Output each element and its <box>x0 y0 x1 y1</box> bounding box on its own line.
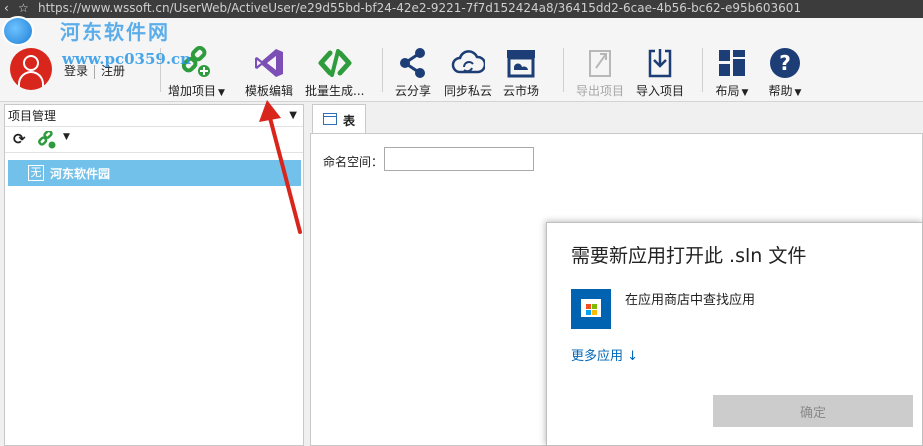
export-project-button[interactable]: 导出项目 <box>576 46 625 98</box>
user-body-icon <box>18 71 44 90</box>
watermark-name: 河东软件网 <box>60 20 170 44</box>
import-icon <box>648 49 672 78</box>
address-url[interactable]: https://www.wssoft.cn/UserWeb/ActiveUser… <box>38 1 801 15</box>
ok-button[interactable]: 确定 <box>713 395 913 427</box>
chevron-down-icon: ▼ <box>794 88 802 98</box>
more-apps-link[interactable]: 更多应用 ↓ <box>571 345 638 364</box>
back-icon[interactable]: ‹ <box>4 1 9 15</box>
sync-private-cloud-button[interactable]: 同步私云 <box>444 46 493 98</box>
visual-studio-icon <box>255 49 283 77</box>
export-project-label: 导出项目 <box>576 84 625 98</box>
sync-private-cloud-label: 同步私云 <box>444 84 493 98</box>
star-icon[interactable]: ☆ <box>18 1 29 15</box>
export-icon <box>589 50 611 77</box>
find-in-store-option[interactable]: 在应用商店中查找应用 <box>625 289 755 308</box>
layout-label: 布局 <box>715 84 740 98</box>
template-edit-label: 模板编辑 <box>245 84 294 98</box>
watermark-logo-icon <box>2 16 34 46</box>
cloud-market-button[interactable]: 云市场 <box>503 46 540 98</box>
red-arrow-annotation <box>259 100 302 234</box>
add-link-icon[interactable] <box>37 131 57 149</box>
help-question-icon: ? <box>770 48 800 78</box>
namespace-label: 命名空间： <box>323 155 384 169</box>
layout-button[interactable]: 布局 ▼ <box>715 46 749 98</box>
avatar[interactable] <box>10 48 52 90</box>
cloud-share-label: 云分享 <box>395 84 432 98</box>
batch-generate-button[interactable]: 批量生成... <box>305 46 365 98</box>
refresh-icon[interactable]: ⟳ <box>13 130 26 148</box>
table-icon <box>323 113 337 125</box>
code-generate-icon <box>318 49 352 77</box>
import-project-label: 导入项目 <box>636 84 685 98</box>
tab-table[interactable]: 表 <box>312 104 366 134</box>
tab-table-label: 表 <box>343 114 356 128</box>
chevron-down-icon: ▼ <box>741 88 749 98</box>
cloud-share-button[interactable]: 云分享 <box>395 46 432 98</box>
chevron-down-icon[interactable]: ▼ <box>63 132 70 142</box>
store-front-icon <box>507 50 535 78</box>
project-panel-title: 项目管理 <box>8 109 57 123</box>
app-window: ‹ ☆ https://www.wssoft.cn/UserWeb/Active… <box>0 0 923 446</box>
help-button[interactable]: ? 帮助 ▼ <box>768 46 802 98</box>
batch-generate-label: 批量生成... <box>305 84 365 98</box>
user-head-icon <box>23 55 39 71</box>
help-label: 帮助 <box>768 84 793 98</box>
import-project-button[interactable]: 导入项目 <box>636 46 685 98</box>
share-icon <box>400 48 425 78</box>
toolbar-divider <box>563 48 564 92</box>
toolbar-divider <box>702 48 703 92</box>
project-node-icon: 无 <box>28 165 44 181</box>
dialog-title: 需要新应用打开此 .sln 文件 <box>571 245 807 267</box>
template-edit-button[interactable]: 模板编辑 <box>245 46 294 98</box>
microsoft-store-icon[interactable] <box>571 289 611 329</box>
layout-grid-icon <box>719 50 745 76</box>
cloud-market-label: 云市场 <box>503 84 540 98</box>
svg-text:?: ? <box>779 51 791 75</box>
add-project-label: 增加项目 <box>168 84 217 98</box>
cloud-sync-icon <box>451 50 485 74</box>
watermark-url: www.pc0359.cn <box>62 50 192 68</box>
open-with-dialog: 需要新应用打开此 .sln 文件 在应用商店中查找应用 更多应用 ↓ 确定 <box>546 222 923 446</box>
toolbar-divider <box>382 48 383 92</box>
chevron-down-icon: ▼ <box>218 88 225 98</box>
tree-item-label: 河东软件园 <box>50 167 111 181</box>
namespace-input[interactable] <box>384 147 534 171</box>
